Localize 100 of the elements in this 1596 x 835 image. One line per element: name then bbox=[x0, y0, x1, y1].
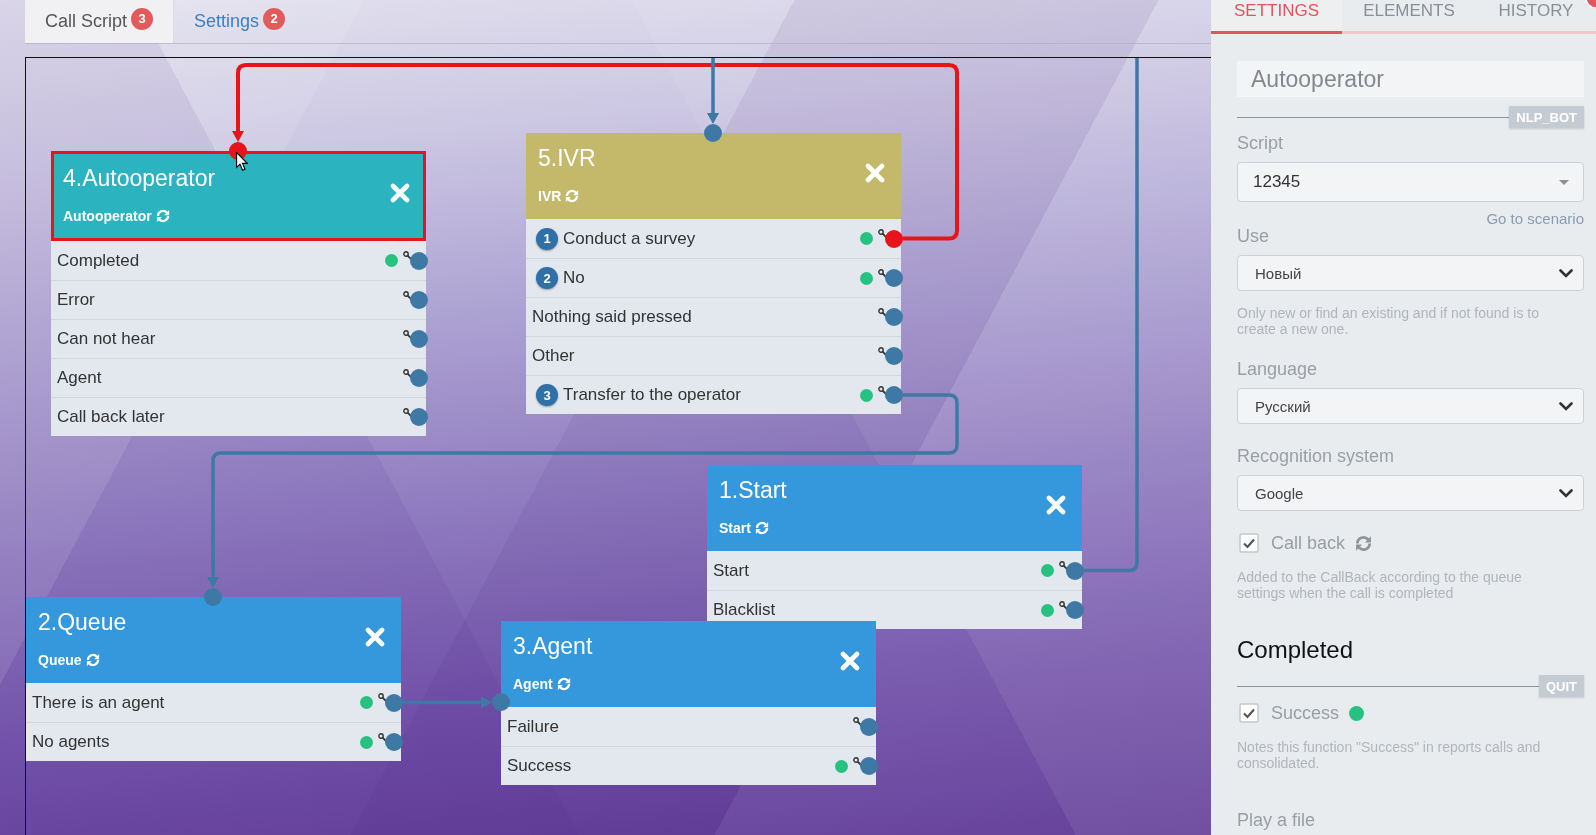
connection-dot-icon[interactable] bbox=[885, 386, 903, 404]
connection-dot-icon[interactable] bbox=[860, 717, 878, 736]
link-icon bbox=[853, 717, 863, 727]
link-icon bbox=[403, 368, 413, 379]
row-label: Success bbox=[507, 756, 573, 776]
field-label: Use bbox=[1237, 225, 1270, 247]
row-label: Conduct a survey bbox=[563, 228, 697, 249]
link-icon bbox=[878, 268, 888, 279]
checkbox[interactable] bbox=[1239, 533, 1259, 553]
node-type: Autooperator bbox=[63, 207, 152, 225]
connection-dot-icon[interactable] bbox=[885, 308, 903, 326]
node-title: 2.Queue bbox=[38, 608, 128, 637]
close-icon[interactable] bbox=[390, 183, 410, 203]
node-type: Start bbox=[719, 519, 751, 537]
node-type: Agent bbox=[513, 675, 553, 693]
connection-dot-icon[interactable] bbox=[410, 291, 428, 309]
row-label: Completed bbox=[57, 250, 141, 271]
tab[interactable]: Call Script 3 bbox=[25, 0, 175, 43]
link-icon bbox=[403, 329, 413, 340]
row-label: Start bbox=[713, 560, 750, 581]
link-icon bbox=[403, 251, 413, 261]
connection-dot-icon[interactable] bbox=[410, 251, 428, 270]
row-label: No bbox=[563, 268, 586, 288]
close-icon[interactable] bbox=[365, 627, 385, 647]
close-icon[interactable] bbox=[840, 651, 860, 671]
caret-down-icon bbox=[1559, 179, 1569, 185]
link-icon bbox=[878, 229, 888, 239]
refresh-icon bbox=[85, 653, 100, 667]
node-type: IVR bbox=[538, 187, 562, 205]
field-label: Language bbox=[1237, 358, 1319, 380]
link-icon bbox=[403, 407, 413, 418]
close-icon[interactable] bbox=[1046, 495, 1066, 515]
refresh-icon bbox=[1355, 534, 1373, 552]
help-text: Added to the CallBack according to the queue settings when the call is completed bbox=[1237, 569, 1523, 601]
refresh-icon bbox=[155, 209, 170, 223]
connection-dot-icon[interactable] bbox=[885, 347, 903, 365]
status-dot-icon bbox=[1349, 705, 1365, 721]
notification-badge-icon bbox=[1584, 0, 1596, 8]
node-title: 1.Start bbox=[719, 476, 788, 505]
connection-dot-icon[interactable] bbox=[1066, 601, 1084, 619]
row-label: Can not hear bbox=[57, 329, 157, 349]
number-badge: 3 bbox=[536, 384, 558, 406]
connection-dot-icon[interactable] bbox=[385, 733, 403, 751]
refresh-icon bbox=[754, 521, 769, 535]
connection-dot-icon[interactable] bbox=[385, 693, 403, 712]
connection-dot-icon[interactable] bbox=[410, 330, 428, 348]
chevron-down-icon bbox=[1559, 401, 1573, 411]
row-label: Failure bbox=[507, 716, 560, 737]
section-title: Completed bbox=[1237, 635, 1355, 665]
chevron-down-icon bbox=[1559, 268, 1573, 278]
checkbox[interactable] bbox=[1239, 703, 1259, 723]
help-text: Only new or find an existing and if not found is to create a new one. bbox=[1237, 305, 1540, 337]
type-badge: NLP_BOT bbox=[1509, 106, 1584, 128]
panel-tab[interactable]: HISTORY bbox=[1476, 0, 1596, 34]
node-type: Queue bbox=[38, 651, 82, 669]
dropdown[interactable]: Google bbox=[1237, 475, 1584, 511]
help-text: Notes this function "Success" in reports calls and consolidated. bbox=[1237, 739, 1542, 771]
field-label: Recognition system bbox=[1237, 445, 1396, 467]
cursor-icon bbox=[236, 152, 248, 171]
refresh-icon bbox=[556, 677, 571, 691]
panel-tab[interactable]: ELEMENTS bbox=[1342, 0, 1476, 34]
connection-dot-icon[interactable] bbox=[410, 408, 428, 426]
dropdown[interactable]: Русский bbox=[1237, 388, 1584, 424]
row-label: Call back later bbox=[57, 407, 166, 427]
link-icon bbox=[378, 732, 388, 743]
row-label: Blacklist bbox=[713, 600, 777, 620]
dropdown[interactable]: Новый bbox=[1237, 255, 1584, 291]
row-label: Agent bbox=[57, 368, 103, 388]
tab[interactable]: Settings 2 bbox=[174, 0, 306, 43]
connection-dot-icon[interactable] bbox=[1066, 561, 1084, 580]
link-icon bbox=[1059, 561, 1069, 571]
link-icon bbox=[378, 693, 388, 703]
link-icon bbox=[878, 346, 888, 357]
link-icon bbox=[878, 307, 888, 318]
connection-dot-icon[interactable] bbox=[410, 369, 428, 387]
connection-dot-icon[interactable] bbox=[885, 229, 903, 248]
close-icon[interactable] bbox=[865, 163, 885, 183]
row-label: There is an agent bbox=[32, 692, 166, 713]
node-title: 5.IVR bbox=[538, 144, 597, 173]
chevron-down-icon bbox=[1559, 488, 1573, 498]
count-badge: 2 bbox=[263, 7, 286, 30]
link-icon bbox=[878, 385, 888, 396]
count-badge: 3 bbox=[131, 7, 154, 30]
number-badge: 2 bbox=[536, 267, 558, 289]
node-title: 4.Autooperator bbox=[63, 164, 217, 193]
connection-dot-icon[interactable] bbox=[885, 269, 903, 287]
connection-dot-icon[interactable] bbox=[860, 757, 878, 775]
script-dropdown[interactable]: 12345 bbox=[1237, 162, 1584, 202]
field-label: Play a file bbox=[1237, 809, 1317, 831]
checkbox-label: Success bbox=[1271, 702, 1340, 724]
link-icon bbox=[403, 290, 413, 301]
row-label: No agents bbox=[32, 732, 111, 752]
name-field[interactable]: Autooperator bbox=[1237, 61, 1584, 97]
checkbox-label: Call back bbox=[1271, 532, 1346, 554]
field-label: Script bbox=[1237, 132, 1284, 154]
panel-tab[interactable]: SETTINGS bbox=[1211, 0, 1342, 34]
row-label: Other bbox=[532, 346, 576, 366]
node-title: 3.Agent bbox=[513, 632, 594, 661]
row-label: Nothing said pressed bbox=[532, 307, 693, 327]
scenario-link[interactable]: Go to scenario bbox=[1486, 210, 1584, 228]
